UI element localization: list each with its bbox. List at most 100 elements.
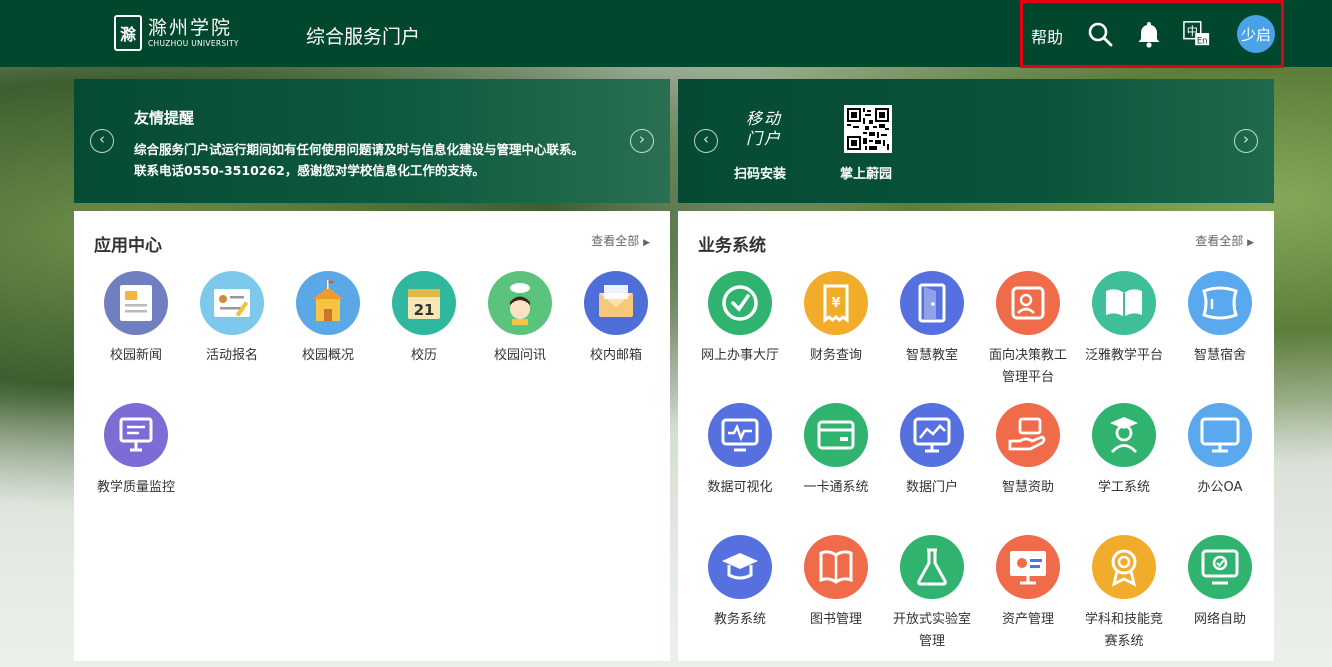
view-all-label: 查看全部 bbox=[591, 234, 640, 248]
app-label: 学工系统 bbox=[1097, 480, 1150, 495]
app-label: 开放式实验室管理 bbox=[893, 612, 972, 649]
app-tile[interactable]: 校园新闻 bbox=[88, 271, 184, 389]
app-label: 教务系统 bbox=[713, 612, 766, 627]
search-icon[interactable] bbox=[1086, 20, 1114, 48]
app-center-panel: 应用中心 查看全部 ▶ 校园新闻 活动报名 校园概况 21 校历 校园问讯 校内邮箱 教学质量… bbox=[74, 211, 670, 661]
app-tile[interactable]: 网络自助 bbox=[1172, 535, 1268, 653]
app-label: 财务查询 bbox=[809, 348, 862, 363]
chevron-right-icon[interactable]: › bbox=[630, 129, 654, 153]
view-all-link[interactable]: 查看全部 ▶ bbox=[591, 232, 650, 249]
app-tile[interactable]: 泛雅教学平台 bbox=[1076, 271, 1172, 389]
app-label: 校园新闻 bbox=[109, 348, 162, 363]
receipt-yen-icon: ¥ bbox=[804, 271, 868, 335]
app-tile[interactable]: ¥ 财务查询 bbox=[788, 271, 884, 389]
open-book-icon bbox=[1092, 271, 1156, 335]
svg-text:En: En bbox=[1197, 35, 1208, 45]
app-tile[interactable]: 智慧宿舍 bbox=[1172, 271, 1268, 389]
campus-building-icon bbox=[296, 271, 360, 335]
app-label: 网络自助 bbox=[1193, 612, 1246, 627]
caret-right-icon: ▶ bbox=[1247, 238, 1254, 248]
app-tile[interactable]: 开放式实验室管理 bbox=[884, 535, 980, 653]
award-medal-icon bbox=[1092, 535, 1156, 599]
graduate-icon bbox=[1092, 403, 1156, 467]
desktop-icon bbox=[1188, 403, 1252, 467]
chevron-left-icon[interactable]: ‹ bbox=[90, 129, 114, 153]
app-tile[interactable]: 21 校历 bbox=[376, 271, 472, 389]
presentation-board-icon bbox=[104, 403, 168, 467]
app-tile[interactable]: 数据门户 bbox=[884, 403, 980, 521]
app-tile[interactable]: 网上办事大厅 bbox=[692, 271, 788, 389]
app-tile[interactable]: 校园概况 bbox=[280, 271, 376, 389]
notification-bell-icon[interactable] bbox=[1135, 20, 1163, 48]
app-tile[interactable]: 校内邮箱 bbox=[568, 271, 664, 389]
app-label: 智慧教室 bbox=[905, 348, 958, 363]
app-label: 面向决策教工管理平台 bbox=[989, 348, 1068, 385]
svg-text:21: 21 bbox=[414, 301, 435, 319]
caret-right-icon: ▶ bbox=[643, 238, 650, 248]
university-logo[interactable]: 滁 滁州学院 CHUZHOU UNIVERSITY bbox=[114, 14, 244, 52]
portal-title: 综合服务门户 bbox=[306, 26, 421, 48]
app-label: 一卡通系统 bbox=[803, 480, 869, 495]
view-all-link[interactable]: 查看全部 ▶ bbox=[1195, 232, 1254, 249]
app-tile[interactable]: 校园问讯 bbox=[472, 271, 568, 389]
calendar-icon: 21 bbox=[392, 271, 456, 335]
mortarboard-icon bbox=[708, 535, 772, 599]
signup-form-icon bbox=[200, 271, 264, 335]
app-tile[interactable]: 教学质量监控 bbox=[88, 403, 184, 521]
language-switch-icon[interactable]: 中 En bbox=[1183, 20, 1211, 48]
app-tile[interactable]: 学工系统 bbox=[1076, 403, 1172, 521]
panel-title: 业务系统 bbox=[698, 236, 766, 256]
app-label: 智慧宿舍 bbox=[1193, 348, 1246, 363]
app-label: 活动报名 bbox=[205, 348, 258, 363]
mobile-portal-tag: 移动门户 bbox=[745, 109, 782, 148]
app-tile[interactable]: 资产管理 bbox=[980, 535, 1076, 653]
qr-code-icon bbox=[844, 105, 892, 153]
notice-line: 联系电话0550-3510262，感谢您对学校信息化工作的支持。 bbox=[134, 163, 485, 178]
pillow-icon bbox=[1188, 271, 1252, 335]
logo-english-name: CHUZHOU UNIVERSITY bbox=[148, 39, 239, 48]
hand-money-icon bbox=[996, 403, 1060, 467]
newspaper-icon bbox=[104, 271, 168, 335]
check-circle-icon bbox=[708, 271, 772, 335]
help-link[interactable]: 帮助 bbox=[1031, 24, 1063, 48]
notice-title: 友情提醒 bbox=[134, 109, 195, 127]
notice-line: 综合服务门户试运行期间如有任何使用问题请及时与信息化建设与管理中心联系。 bbox=[134, 142, 585, 157]
app-label: 学科和技能竞赛系统 bbox=[1085, 612, 1164, 649]
app-label: 资产管理 bbox=[1001, 612, 1054, 627]
student-avatar-icon bbox=[488, 271, 552, 335]
app-tile[interactable]: 活动报名 bbox=[184, 271, 280, 389]
app-tile[interactable]: 学科和技能竞赛系统 bbox=[1076, 535, 1172, 653]
app-tile[interactable]: 教务系统 bbox=[692, 535, 788, 653]
profile-card-icon bbox=[996, 271, 1060, 335]
app-label: 泛雅教学平台 bbox=[1085, 348, 1164, 363]
app-label: 数据门户 bbox=[905, 480, 958, 495]
notice-banner: ‹ 友情提醒 综合服务门户试运行期间如有任何使用问题请及时与信息化建设与管理中心… bbox=[74, 79, 670, 203]
notice-body: 综合服务门户试运行期间如有任何使用问题请及时与信息化建设与管理中心联系。 联系电… bbox=[134, 139, 634, 181]
app-tile[interactable]: 图书管理 bbox=[788, 535, 884, 653]
line-chart-monitor-icon bbox=[900, 403, 964, 467]
app-tile[interactable]: 数据可视化 bbox=[692, 403, 788, 521]
business-grid: 网上办事大厅 ¥ 财务查询 智慧教室 面向决策教工管理平台 泛雅教学平台 智慧宿舍数据可视化… bbox=[692, 271, 1268, 653]
app-label: 办公OA bbox=[1197, 480, 1243, 495]
app-tile[interactable]: 办公OA bbox=[1172, 403, 1268, 521]
app-tile[interactable]: 智慧资助 bbox=[980, 403, 1076, 521]
app-label: 图书管理 bbox=[809, 612, 862, 627]
flask-icon bbox=[900, 535, 964, 599]
door-icon bbox=[900, 271, 964, 335]
app-tile[interactable]: 面向决策教工管理平台 bbox=[980, 271, 1076, 389]
mobile-portal-banner: ‹ 移动门户 扫码安装 掌上蔚园 › bbox=[678, 79, 1274, 203]
chevron-right-icon[interactable]: › bbox=[1234, 129, 1258, 153]
scan-install-label: 扫码安装 bbox=[734, 167, 787, 182]
mobile-app-name: 掌上蔚园 bbox=[840, 167, 893, 182]
app-label: 校园概况 bbox=[301, 348, 354, 363]
app-label: 数据可视化 bbox=[707, 480, 773, 495]
chevron-left-icon[interactable]: ‹ bbox=[694, 129, 718, 153]
user-avatar[interactable]: 少启 bbox=[1237, 15, 1275, 53]
network-monitor-icon bbox=[1188, 535, 1252, 599]
logo-chinese-name: 滁州学院 bbox=[148, 17, 233, 39]
card-icon bbox=[804, 403, 868, 467]
app-tile[interactable]: 一卡通系统 bbox=[788, 403, 884, 521]
view-all-label: 查看全部 bbox=[1195, 234, 1244, 248]
business-systems-panel: 业务系统 查看全部 ▶ 网上办事大厅 ¥ 财务查询 智慧教室 面向决策教工管理平台 泛雅教… bbox=[678, 211, 1274, 661]
app-tile[interactable]: 智慧教室 bbox=[884, 271, 980, 389]
